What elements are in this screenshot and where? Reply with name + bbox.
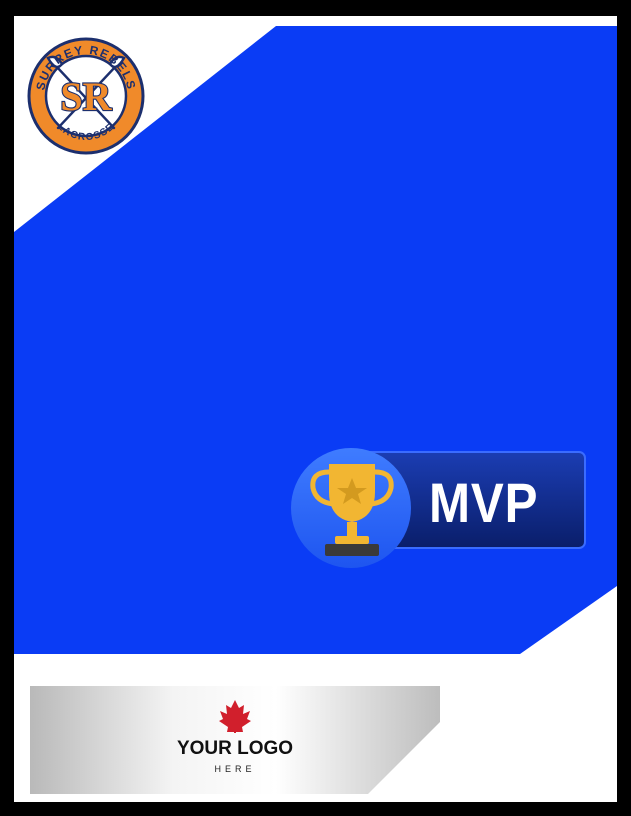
mvp-label: MVP [429,471,539,534]
poster-frame: SURREY REBELS LACROSSE SR MVP YOUR LOGO … [0,0,631,816]
maple-leaf-icon [219,700,251,733]
sponsor-logo-subtitle: HERE [214,764,256,774]
mvp-badge: MVP [289,442,591,570]
sponsor-logo-title: YOUR LOGO [176,738,294,759]
team-logo-monogram: SR [60,74,112,119]
award-card: SURREY REBELS LACROSSE SR MVP YOUR LOGO … [14,16,617,802]
team-logo: SURREY REBELS LACROSSE SR [27,37,145,155]
sponsor-logo-plate: YOUR LOGO HERE [30,686,440,796]
